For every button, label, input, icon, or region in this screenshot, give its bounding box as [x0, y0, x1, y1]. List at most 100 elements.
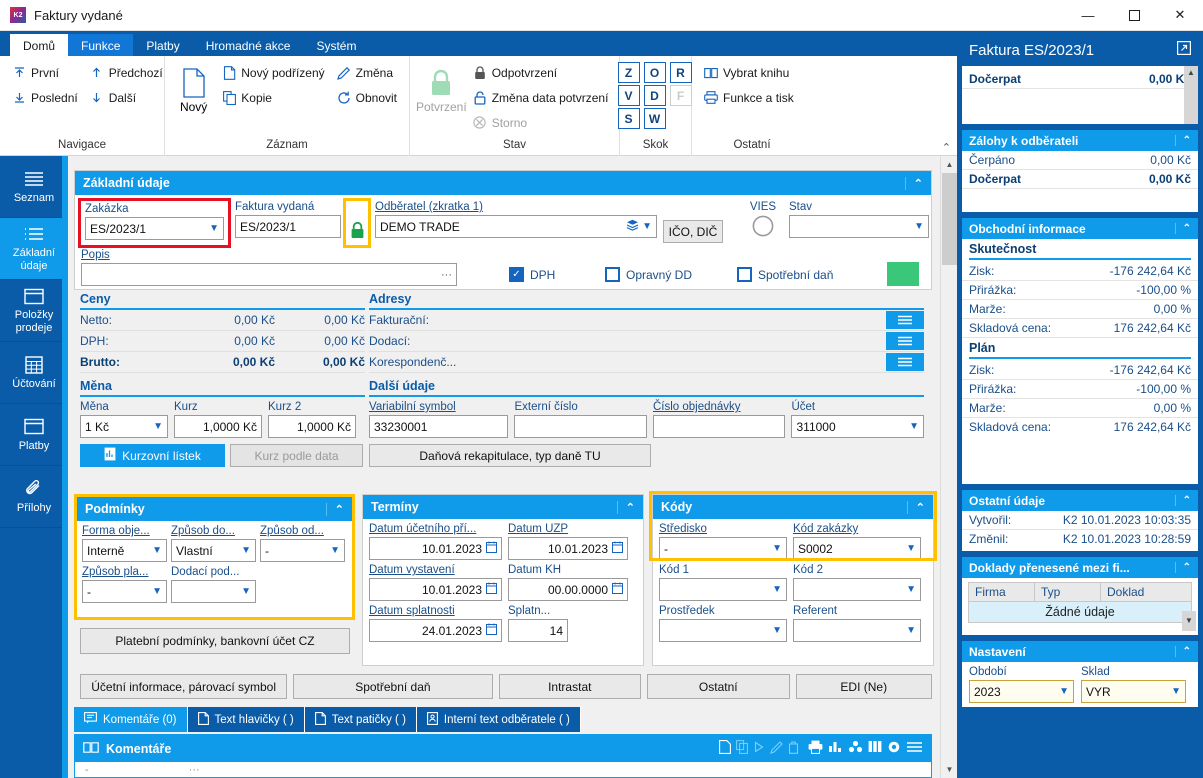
tab-text-hlavicky[interactable]: Text hlavičky ( ) [187, 707, 305, 732]
skok-key-r[interactable]: R [669, 62, 692, 83]
chevron-down-icon[interactable]: ▼ [772, 584, 782, 595]
ribbon-button-odpotvrzeni[interactable]: Odpotvrzení [467, 60, 615, 85]
datum-splatnosti-input[interactable]: 24.01.2023 [369, 619, 502, 642]
adresy-menu-button-dodaci[interactable] [886, 332, 924, 350]
popis-input[interactable]: ··· [81, 263, 457, 286]
chevron-up-icon[interactable]: ⌃ [1174, 135, 1191, 146]
popout-icon[interactable] [1177, 41, 1192, 59]
scroll-up-arrow[interactable]: ▲ [941, 156, 957, 173]
main-scrollbar[interactable]: ▲ ▼ [940, 156, 957, 778]
checkbox-dph[interactable]: ✓ DPH [509, 267, 555, 282]
calendar-icon[interactable] [486, 582, 497, 597]
chevron-up-icon[interactable]: ⌃ [325, 502, 344, 516]
chevron-down-icon[interactable]: ▼ [642, 221, 652, 232]
chevron-down-icon[interactable]: ▼ [1059, 686, 1069, 697]
stav-input[interactable]: ▼ [789, 215, 929, 238]
printer-icon[interactable] [808, 740, 823, 757]
popis-ellipsis-button[interactable]: ··· [441, 269, 452, 281]
datum-uzp-input[interactable]: 10.01.2023 [508, 537, 628, 560]
chevron-up-icon[interactable]: ⌃ [942, 141, 951, 154]
lock-green-icon[interactable] [347, 220, 367, 241]
ribbon-button-predchozi[interactable]: Předchozí [84, 60, 169, 85]
mena-input[interactable]: 1 Kč ▼ [80, 415, 168, 438]
skok-key-w[interactable]: W [643, 108, 666, 129]
ribbon-button-obnovit[interactable]: Obnovit [331, 85, 403, 110]
sklad-input[interactable]: VYR ▼ [1081, 680, 1186, 703]
chevron-up-icon[interactable]: ⌃ [1174, 495, 1191, 506]
referent-input[interactable]: ▼ [793, 619, 921, 642]
variabilni-symbol-input[interactable]: 33230001 [369, 415, 509, 438]
chevron-down-icon[interactable]: ▼ [330, 545, 340, 556]
ribbon-button-dalsi[interactable]: Další [84, 85, 169, 110]
ribbon-button-novy[interactable]: Nový [171, 60, 216, 114]
ostatni-button[interactable]: Ostatní [647, 674, 790, 699]
minimize-button[interactable]: — [1065, 0, 1111, 31]
calendar-icon[interactable] [486, 623, 497, 638]
ribbon-button-posledni[interactable]: Poslední [6, 85, 84, 110]
right-panel-scrollbar[interactable]: ▲ [1184, 66, 1198, 124]
sidebar-item-platby[interactable]: Platby [0, 404, 68, 466]
datum-ucetniho-pripadu-input[interactable]: 10.01.2023 [369, 537, 502, 560]
chevron-down-icon[interactable]: ▼ [772, 543, 782, 554]
chevron-down-icon[interactable]: ▼ [914, 221, 924, 232]
chevron-up-icon[interactable]: ⌃ [616, 500, 635, 514]
chevron-up-icon[interactable]: ⌃ [904, 176, 923, 190]
splatnost-input[interactable]: 14 [508, 619, 568, 642]
kod1-input[interactable]: ▼ [659, 578, 787, 601]
kurzovni-listek-button[interactable]: Kurzovní lístek [80, 444, 225, 467]
gear-icon[interactable] [887, 740, 901, 757]
new-doc-icon[interactable] [719, 740, 731, 757]
adresy-menu-button-fakturacni[interactable] [886, 311, 924, 329]
zpusob-odberu-input[interactable]: - ▼ [260, 539, 345, 562]
column-header-firma[interactable]: Firma [969, 583, 1035, 601]
ribbon-button-potvrzeni[interactable]: Potvrzení [416, 60, 467, 114]
ribbon-button-zmena[interactable]: Změna [331, 60, 403, 85]
chevron-down-icon[interactable]: ▼ [241, 586, 251, 597]
ribbon-button-prvni[interactable]: První [6, 60, 84, 85]
chevron-down-icon[interactable]: ▼ [1171, 686, 1181, 697]
chevron-down-icon[interactable]: ▼ [906, 584, 916, 595]
checkbox-opravny-dd-box[interactable] [605, 267, 620, 282]
sidebar-item-seznam[interactable]: Seznam [0, 156, 68, 218]
sidebar-item-polozky-prodeje[interactable]: Položky prodeje [0, 280, 68, 342]
checkbox-spotrebni-dan[interactable]: Spotřební daň [737, 267, 833, 282]
sidebar-item-zakladni-udaje[interactable]: Základní údaje [0, 218, 68, 280]
chevron-up-icon[interactable]: ⌃ [1174, 646, 1191, 657]
menu-lines-icon[interactable] [906, 741, 923, 756]
scroll-down-arrow[interactable]: ▼ [941, 761, 957, 778]
checkbox-opravny-dd[interactable]: Opravný DD [605, 267, 692, 282]
obdobi-input[interactable]: 2023 ▼ [969, 680, 1074, 703]
chevron-down-icon[interactable]: ▼ [152, 545, 162, 556]
kod2-input[interactable]: ▼ [793, 578, 921, 601]
ribbon-button-funkce-a-tisk[interactable]: Funkce a tisk [698, 85, 800, 110]
tab-text-paticky[interactable]: Text patičky ( ) [304, 707, 417, 732]
stredisko-input[interactable]: - ▼ [659, 537, 787, 560]
scroll-thumb[interactable] [942, 173, 957, 265]
chevron-down-icon[interactable]: ▼ [906, 625, 916, 636]
kurz-input[interactable]: 1,0000 Kč [174, 415, 262, 438]
platebni-podminky-button[interactable]: Platební podmínky, bankovní účet CZ [80, 628, 350, 654]
zakazka-input[interactable]: ES/2023/1 ▼ [85, 217, 224, 240]
chevron-down-icon[interactable]: ▼ [241, 545, 251, 556]
ribbon-button-kopie[interactable]: Kopie [216, 85, 330, 110]
datum-vystaveni-input[interactable]: 10.01.2023 [369, 578, 502, 601]
sidebar-item-uctovani[interactable]: Účtování [0, 342, 68, 404]
chevron-up-icon[interactable]: ⌃ [906, 500, 925, 514]
ico-dic-button[interactable]: IČO, DIČ [663, 220, 723, 243]
ribbon-button-novy-podrizeny[interactable]: Nový podřízený [216, 60, 330, 85]
dodaci-podminky-input[interactable]: ▼ [171, 580, 256, 603]
chevron-up-icon[interactable]: ⌃ [1174, 223, 1191, 234]
ribbon-button-vybrat-knihu[interactable]: Vybrat knihu [698, 60, 800, 85]
zpusob-dopravy-input[interactable]: Vlastní ▼ [171, 539, 256, 562]
ucet-input[interactable]: 311000 ▼ [791, 415, 924, 438]
column-header-typ[interactable]: Typ [1035, 583, 1101, 601]
faktura-vydana-input[interactable]: ES/2023/1 [235, 215, 341, 238]
checkbox-spotrebni-dan-box[interactable] [737, 267, 752, 282]
skok-key-d[interactable]: D [643, 85, 666, 106]
doklady-scroll-down-arrow[interactable]: ▼ [1182, 611, 1196, 631]
spotrebni-dan-button[interactable]: Spotřební daň [293, 674, 493, 699]
prostredek-input[interactable]: ▼ [659, 619, 787, 642]
column-header-doklad[interactable]: Doklad [1101, 583, 1191, 601]
ucetni-informace-button[interactable]: Účetní informace, párovací symbol [80, 674, 288, 699]
sidebar-item-prilohy[interactable]: Přílohy [0, 466, 68, 528]
